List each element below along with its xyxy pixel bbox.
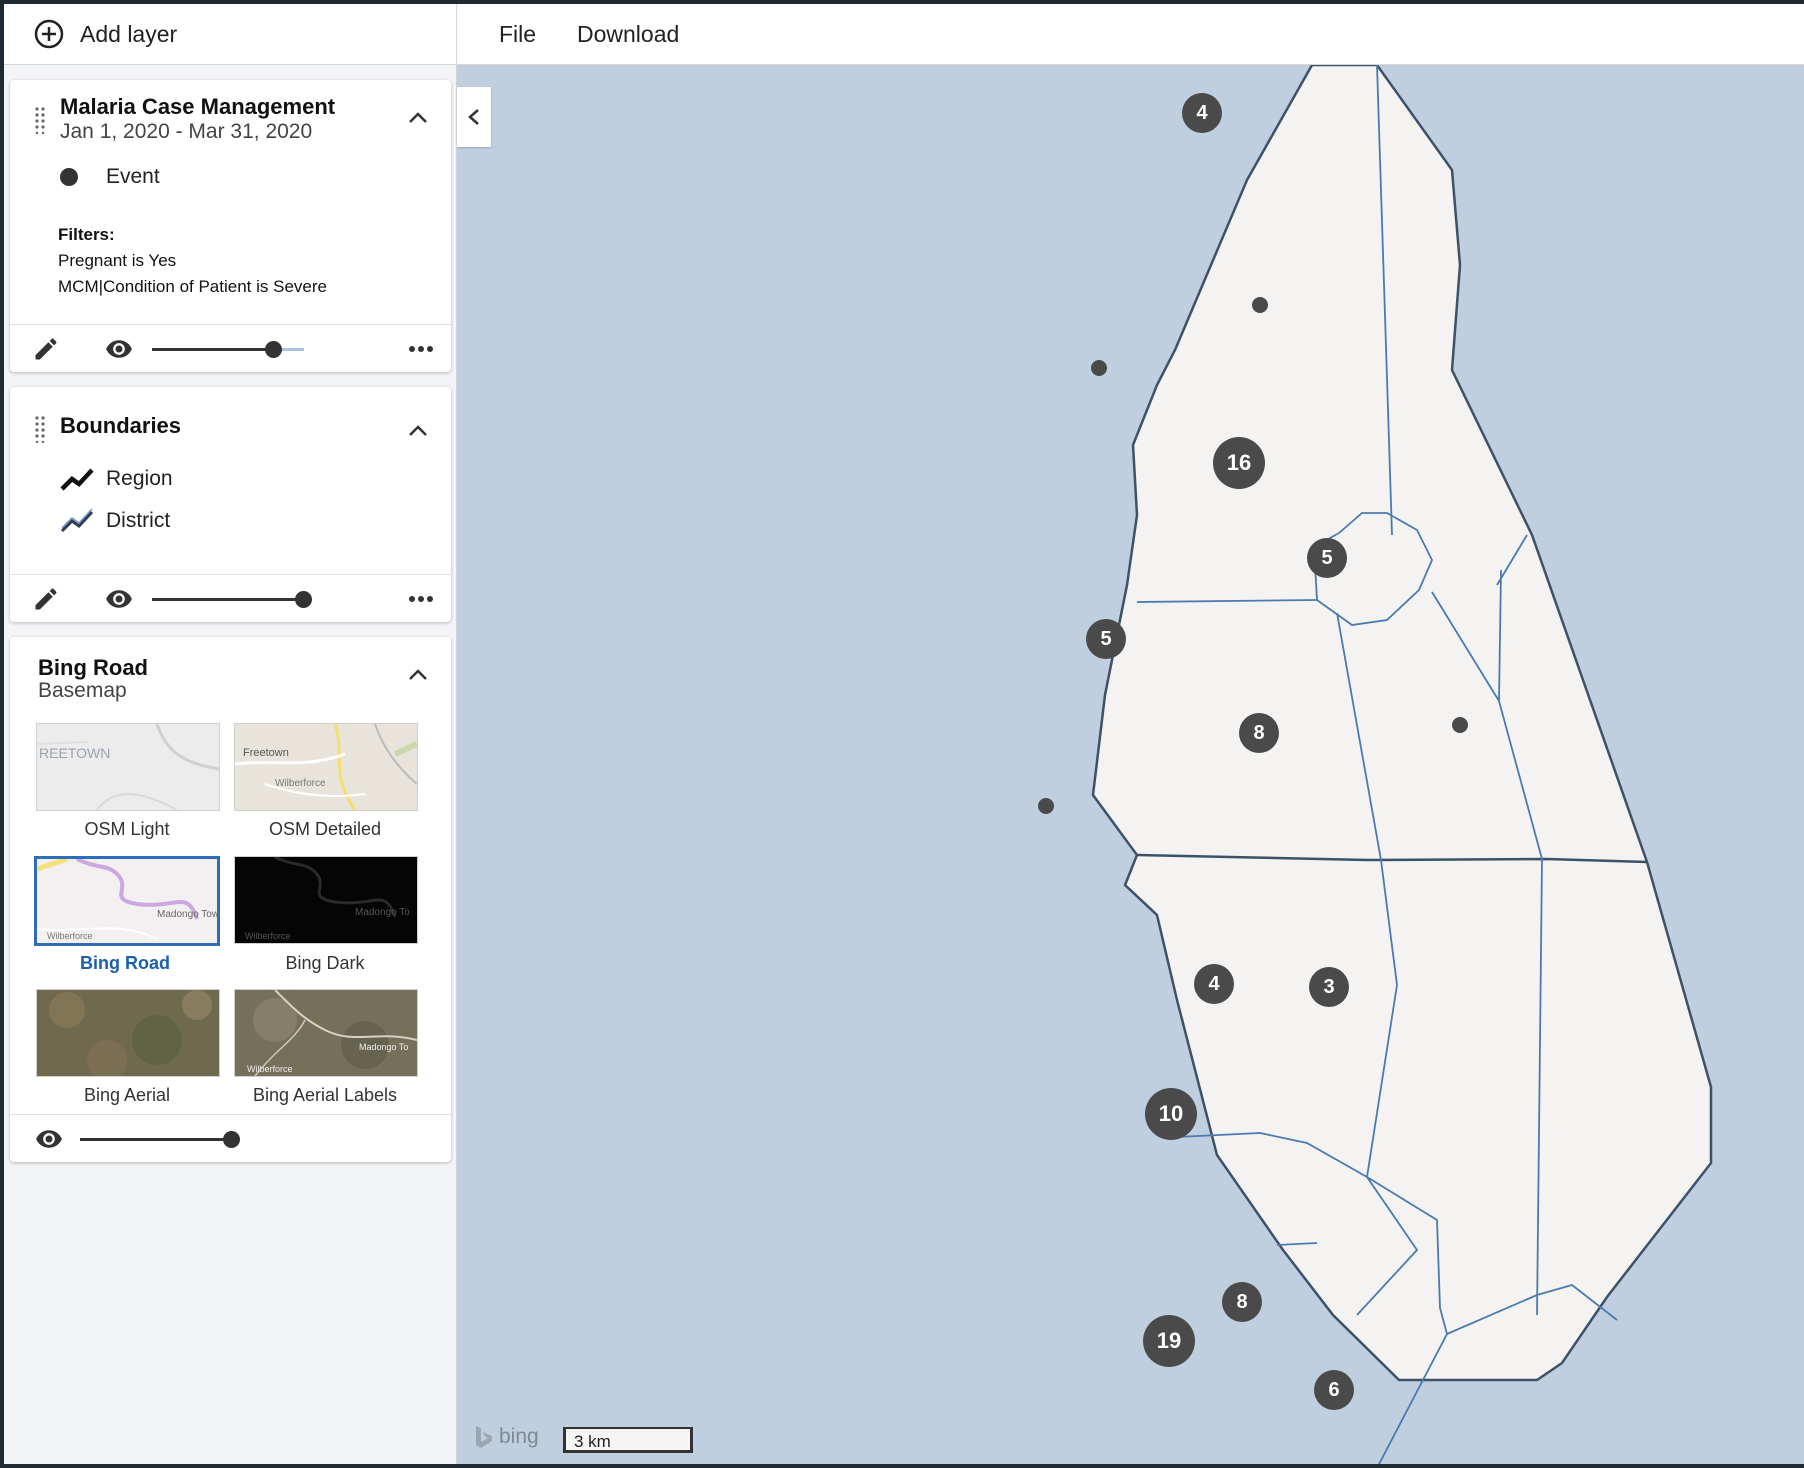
add-layer-label: Add layer: [80, 20, 178, 47]
osm-detailed-thumbnail: Freetown Wilberforce: [235, 724, 417, 810]
bing-road-thumbnail: Madongo Tow Wilberforce: [37, 859, 217, 941]
event-layer-card: Malaria Case Management Jan 1, 2020 - Ma…: [10, 80, 451, 372]
event-cluster[interactable]: 16: [1213, 437, 1265, 489]
bing-attribution-text: bing: [499, 1425, 539, 1448]
basemap-bing-aerial-labels-label[interactable]: Bing Aerial Labels: [232, 1085, 418, 1106]
legend-district: District: [106, 509, 171, 532]
basemap-subtitle: Basemap: [38, 679, 127, 702]
basemap-bing-aerial[interactable]: [36, 989, 220, 1077]
filter-pregnant: Pregnant is Yes: [58, 251, 177, 270]
map-boundaries: [1091, 65, 1713, 1464]
event-cluster[interactable]: 6: [1314, 1370, 1354, 1410]
event-layer-period: Jan 1, 2020 - Mar 31, 2020: [60, 120, 313, 143]
top-toolbar: Add layer File Download: [4, 4, 1804, 65]
menu-download[interactable]: Download: [577, 4, 679, 64]
add-layer-button[interactable]: Add layer: [4, 4, 457, 64]
filters-heading: Filters:: [58, 225, 115, 244]
osm-light-thumbnail: REETOWN: [37, 724, 219, 810]
legend-event: Event: [106, 165, 160, 188]
bing-attribution: bing: [473, 1425, 539, 1449]
event-cluster[interactable]: 5: [1307, 538, 1347, 578]
event-layer-footer: [10, 324, 451, 373]
osm-light-label-text: REETOWN: [39, 745, 110, 761]
event-point[interactable]: [1452, 717, 1468, 733]
event-point[interactable]: [1038, 798, 1054, 814]
chevron-up-icon[interactable]: [408, 667, 428, 681]
region-outline: [1091, 65, 1713, 1382]
add-circle-icon: [34, 19, 64, 49]
event-cluster[interactable]: 19: [1143, 1315, 1195, 1367]
chevron-up-icon[interactable]: [408, 423, 428, 437]
map-canvas[interactable]: 4 16 5 5 8 4 3 10 19 8 6 bing 3 km: [457, 65, 1804, 1464]
svg-text:Madongo To: Madongo To: [355, 907, 410, 918]
visibility-eye-icon[interactable]: [102, 585, 136, 613]
bing-aerial-thumbnail: [37, 990, 219, 1076]
basemap-bing-aerial-labels[interactable]: Madongo To Wilberforce: [234, 989, 418, 1077]
basemap-title: Bing Road: [38, 655, 148, 680]
svg-text:Wilberforce: Wilberforce: [47, 931, 93, 941]
layers-panel: Malaria Case Management Jan 1, 2020 - Ma…: [4, 65, 457, 1464]
basemap-bing-road[interactable]: Madongo Tow Wilberforce: [34, 856, 220, 946]
basemap-footer: [10, 1114, 451, 1163]
event-cluster[interactable]: 4: [1194, 964, 1234, 1004]
app-window: Add layer File Download Malaria Case Man…: [4, 4, 1804, 1464]
boundaries-opacity-slider[interactable]: [152, 589, 312, 609]
chevron-up-icon[interactable]: [408, 110, 428, 124]
legend-region: Region: [106, 467, 173, 490]
event-cluster[interactable]: 8: [1222, 1282, 1262, 1322]
event-point[interactable]: [1252, 297, 1268, 313]
boundaries-layer-card: Boundaries Region District: [10, 387, 451, 622]
drag-handle-icon[interactable]: [34, 415, 46, 443]
drag-handle-icon[interactable]: [34, 106, 46, 134]
basemap-bing-road-label[interactable]: Bing Road: [32, 953, 218, 974]
svg-text:Wilberforce: Wilberforce: [247, 1064, 293, 1074]
basemap-osm-light-label[interactable]: OSM Light: [34, 819, 220, 840]
basemap-osm-light[interactable]: REETOWN: [36, 723, 220, 811]
event-layer-title: Malaria Case Management: [60, 94, 336, 119]
event-cluster[interactable]: 4: [1182, 93, 1222, 133]
district-line-icon: [60, 509, 94, 533]
svg-text:Madongo To: Madongo To: [359, 1042, 408, 1052]
event-cluster[interactable]: 8: [1239, 713, 1279, 753]
menu-file[interactable]: File: [499, 4, 536, 64]
basemap-bing-dark[interactable]: Madongo To Wilberforce: [234, 856, 418, 944]
bing-aerial-labels-thumbnail: Madongo To Wilberforce: [235, 990, 417, 1076]
basemap-osm-detailed[interactable]: Freetown Wilberforce: [234, 723, 418, 811]
event-cluster[interactable]: 10: [1145, 1088, 1197, 1140]
scale-bar: 3 km: [563, 1427, 693, 1453]
basemap-bing-dark-label[interactable]: Bing Dark: [232, 953, 418, 974]
basemap-opacity-slider[interactable]: [80, 1129, 240, 1149]
event-point[interactable]: [1091, 360, 1107, 376]
event-cluster[interactable]: 5: [1086, 619, 1126, 659]
edit-pencil-icon[interactable]: [32, 335, 60, 363]
basemap-osm-detailed-label[interactable]: OSM Detailed: [232, 819, 418, 840]
basemap-card: Bing Road Basemap REETOWN OSM Light Free…: [10, 637, 451, 1162]
more-options-icon[interactable]: [408, 595, 434, 603]
event-cluster[interactable]: 3: [1309, 967, 1349, 1007]
edit-pencil-icon[interactable]: [32, 585, 60, 613]
event-opacity-slider[interactable]: [152, 339, 304, 359]
svg-text:Freetown: Freetown: [243, 747, 289, 759]
event-point-icon: [60, 168, 78, 186]
boundaries-layer-footer: [10, 574, 451, 623]
basemap-bing-aerial-label[interactable]: Bing Aerial: [34, 1085, 220, 1106]
boundaries-layer-title: Boundaries: [60, 413, 182, 438]
bing-dark-thumbnail: Madongo To Wilberforce: [245, 857, 410, 941]
bing-logo-icon: [476, 1426, 492, 1448]
visibility-eye-icon[interactable]: [102, 335, 136, 363]
svg-text:Wilberforce: Wilberforce: [275, 778, 326, 789]
visibility-eye-icon[interactable]: [32, 1125, 66, 1153]
region-line-icon: [60, 468, 94, 491]
svg-text:Madongo Tow: Madongo Tow: [157, 909, 217, 920]
svg-text:Wilberforce: Wilberforce: [245, 931, 291, 941]
more-options-icon[interactable]: [408, 345, 434, 353]
filter-condition: MCM|Condition of Patient is Severe: [58, 277, 327, 296]
